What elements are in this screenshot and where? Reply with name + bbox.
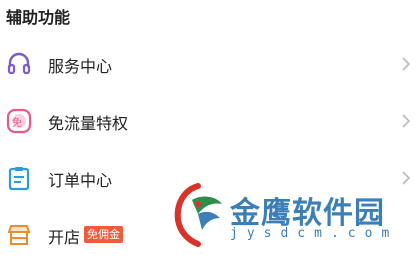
commission-free-badge: 免佣金	[84, 226, 123, 243]
headset-icon	[7, 52, 31, 75]
chevron-right-icon	[402, 114, 411, 128]
menu-item-label: 服务中心	[48, 57, 113, 76]
store-icon	[7, 225, 31, 245]
menu-item-label: 订单中心	[48, 171, 113, 190]
menu-item-label: 开店	[48, 228, 81, 247]
menu-item-label: 免流量特权	[48, 114, 129, 133]
eagle-logo-icon	[174, 183, 222, 247]
free-data-glyph: 免	[12, 118, 22, 129]
menu-item-free-data[interactable]: 免 免流量特权	[0, 93, 419, 149]
menu-item-service-center[interactable]: 服务中心	[0, 36, 419, 92]
watermark-domain: jysdcm.com	[230, 226, 399, 241]
chevron-right-icon	[402, 57, 411, 71]
watermark: 金鹰软件园 jysdcm.com	[168, 180, 418, 250]
order-icon	[8, 167, 30, 191]
section-title: 辅助功能	[6, 8, 71, 27]
